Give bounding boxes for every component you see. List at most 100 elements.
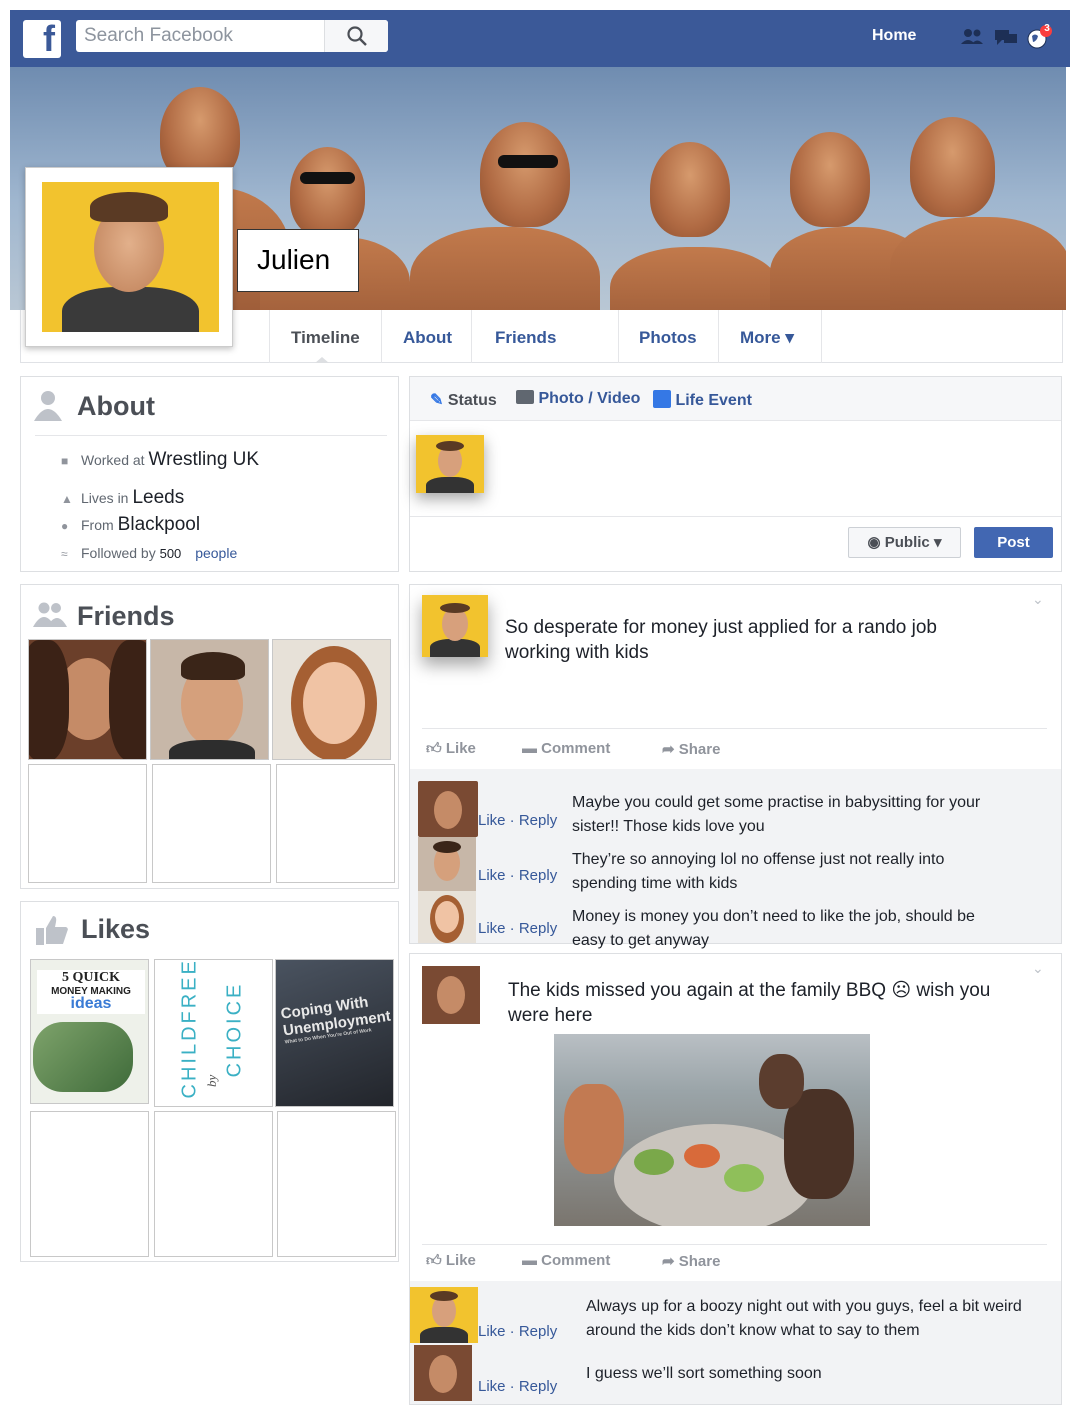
post-text: The kids missed you again at the family … bbox=[508, 980, 991, 1026]
about-lives-in-row: ▲ Lives in Leeds bbox=[61, 487, 185, 508]
comment-like-reply[interactable]: Like · Reply bbox=[478, 1378, 557, 1395]
profile-picture[interactable] bbox=[25, 167, 233, 347]
friends-title: Friends bbox=[77, 601, 175, 631]
comment-text: Money is money you don’t need to like th… bbox=[572, 908, 975, 949]
about-title: About bbox=[77, 391, 155, 421]
likes-title: Likes bbox=[81, 914, 151, 944]
photo-video-tab[interactable]: Photo / Video bbox=[516, 390, 640, 408]
post-options-chevron-icon[interactable]: ⌄ bbox=[1032, 591, 1044, 608]
pencil-icon: ✎ bbox=[430, 392, 444, 409]
followers-link[interactable]: people bbox=[195, 545, 237, 561]
comment-button[interactable]: ▬ Comment bbox=[522, 1252, 610, 1269]
share-arrow-icon: ➦ bbox=[662, 1253, 675, 1270]
composer-avatar bbox=[416, 435, 484, 493]
friend-slot-empty bbox=[276, 764, 395, 883]
post-options-chevron-icon[interactable]: ⌄ bbox=[1032, 960, 1044, 977]
search-icon bbox=[347, 26, 367, 46]
commenter-avatar[interactable] bbox=[414, 1345, 472, 1401]
comments-section: Like · Reply Maybe you could get some pr… bbox=[410, 769, 1061, 949]
about-followers-row: ≈ Followed by 500 people bbox=[61, 545, 238, 561]
thumbs-up-icon: 👍︎ bbox=[426, 1252, 442, 1269]
liked-page-slot-empty bbox=[30, 1111, 149, 1257]
post-2: ⌄ The kids missed you again at the famil… bbox=[409, 953, 1062, 1405]
commenter-avatar[interactable] bbox=[418, 781, 478, 837]
home-link[interactable]: Home bbox=[872, 27, 916, 45]
profile-name: Julien bbox=[257, 244, 331, 275]
comment-text: I guess we’ll sort something soon bbox=[586, 1365, 822, 1382]
comment-icon: ▬ bbox=[522, 1252, 537, 1269]
likes-card: Likes 5 QUICK MONEY MAKING ideas CHILDFR… bbox=[20, 901, 399, 1262]
tab-photos[interactable]: Photos bbox=[639, 328, 697, 348]
post-button[interactable]: Post bbox=[974, 527, 1053, 558]
post-author-avatar[interactable] bbox=[422, 595, 488, 657]
thumbs-up-icon bbox=[36, 916, 68, 945]
comment-like-reply[interactable]: Like · Reply bbox=[478, 920, 557, 937]
comment-text: Maybe you could get some practise in bab… bbox=[572, 794, 981, 835]
liked-page-childfree[interactable]: CHILDFREE by CHOICE bbox=[154, 959, 273, 1107]
flag-icon bbox=[653, 390, 671, 408]
comment-icon: ▬ bbox=[522, 740, 537, 757]
profile-name-box: Julien bbox=[237, 229, 359, 292]
comment-text: They’re so annoying lol no offense just … bbox=[572, 851, 945, 892]
facebook-logo-icon[interactable]: f bbox=[23, 18, 61, 59]
post-text: So desperate for money just applied for … bbox=[505, 617, 937, 663]
thumbs-up-icon: 👍︎ bbox=[426, 740, 442, 757]
share-arrow-icon: ➦ bbox=[662, 741, 675, 758]
friends-icon bbox=[33, 602, 67, 627]
share-button[interactable]: ➦ Share bbox=[662, 740, 720, 758]
post-author-avatar[interactable] bbox=[422, 966, 480, 1024]
post-composer: ✎ Status Photo / Video Life Event ◉ Publ… bbox=[409, 376, 1062, 572]
liked-page-money-ideas[interactable]: 5 QUICK MONEY MAKING ideas bbox=[30, 959, 149, 1104]
comment-like-reply[interactable]: Like · Reply bbox=[478, 812, 557, 829]
friend-slot-empty bbox=[28, 764, 147, 883]
liked-page-slot-empty bbox=[277, 1111, 396, 1257]
location-pin-icon: ● bbox=[61, 519, 69, 533]
friend-photo-1[interactable] bbox=[28, 639, 147, 760]
about-card: About ■ Worked at Wrestling UK ▲ Lives in Le… bbox=[20, 376, 399, 572]
status-tab[interactable]: ✎ Status bbox=[430, 390, 497, 410]
active-tab-indicator bbox=[315, 357, 329, 363]
comments-section: Like · Reply Always up for a boozy night… bbox=[410, 1281, 1061, 1404]
globe-icon: ◉ bbox=[867, 534, 881, 551]
briefcase-icon: ■ bbox=[61, 454, 69, 468]
commenter-avatar[interactable] bbox=[418, 891, 476, 943]
tab-friends[interactable]: Friends bbox=[495, 328, 556, 348]
current-city-link[interactable]: Leeds bbox=[132, 487, 184, 508]
comment-button[interactable]: ▬ Comment bbox=[522, 740, 610, 757]
friend-photo-2[interactable] bbox=[150, 639, 269, 760]
post-photo-bbq[interactable] bbox=[554, 1034, 870, 1226]
comment-like-reply[interactable]: Like · Reply bbox=[478, 1323, 557, 1340]
employer-link[interactable]: Wrestling UK bbox=[149, 449, 260, 470]
hometown-link[interactable]: Blackpool bbox=[118, 514, 200, 535]
life-event-tab[interactable]: Life Event bbox=[653, 390, 752, 410]
commenter-avatar[interactable] bbox=[410, 1287, 478, 1343]
tab-about[interactable]: About bbox=[403, 328, 452, 348]
search-input[interactable] bbox=[84, 24, 324, 48]
search-button[interactable] bbox=[324, 20, 388, 52]
search-box[interactable] bbox=[76, 20, 388, 52]
like-button[interactable]: 👍︎ Like bbox=[426, 740, 476, 758]
camera-icon bbox=[516, 390, 534, 404]
liked-page-slot-empty bbox=[154, 1111, 273, 1257]
audience-selector[interactable]: ◉ Public ▾ bbox=[848, 527, 961, 558]
share-button[interactable]: ➦ Share bbox=[662, 1252, 720, 1270]
about-from-row: ● From Blackpool bbox=[61, 514, 201, 535]
rss-icon: ≈ bbox=[61, 547, 68, 561]
home-icon: ▲ bbox=[61, 492, 73, 506]
about-worked-at-row: ■ Worked at Wrestling UK bbox=[61, 449, 260, 470]
like-button[interactable]: 👍︎ Like bbox=[426, 1252, 476, 1270]
friend-slot-empty bbox=[152, 764, 271, 883]
notification-count-badge: 3 bbox=[1044, 23, 1050, 34]
tab-more[interactable]: More ▾ bbox=[740, 328, 794, 348]
post-1: ⌄ So desperate for money just applied fo… bbox=[409, 584, 1062, 949]
friend-requests-icon[interactable] bbox=[958, 24, 986, 50]
top-navigation-bar: f Home 3 bbox=[10, 10, 1070, 67]
comment-text: Always up for a boozy night out with you… bbox=[586, 1298, 1022, 1339]
messages-icon[interactable] bbox=[992, 24, 1020, 50]
liked-page-coping-unemployment[interactable]: Coping With Unemployment What to Do When… bbox=[275, 959, 394, 1107]
commenter-avatar[interactable] bbox=[418, 837, 476, 891]
friend-photo-3[interactable] bbox=[272, 639, 391, 760]
friends-card: Friends bbox=[20, 584, 399, 889]
comment-like-reply[interactable]: Like · Reply bbox=[478, 867, 557, 884]
tab-timeline[interactable]: Timeline bbox=[291, 328, 360, 348]
